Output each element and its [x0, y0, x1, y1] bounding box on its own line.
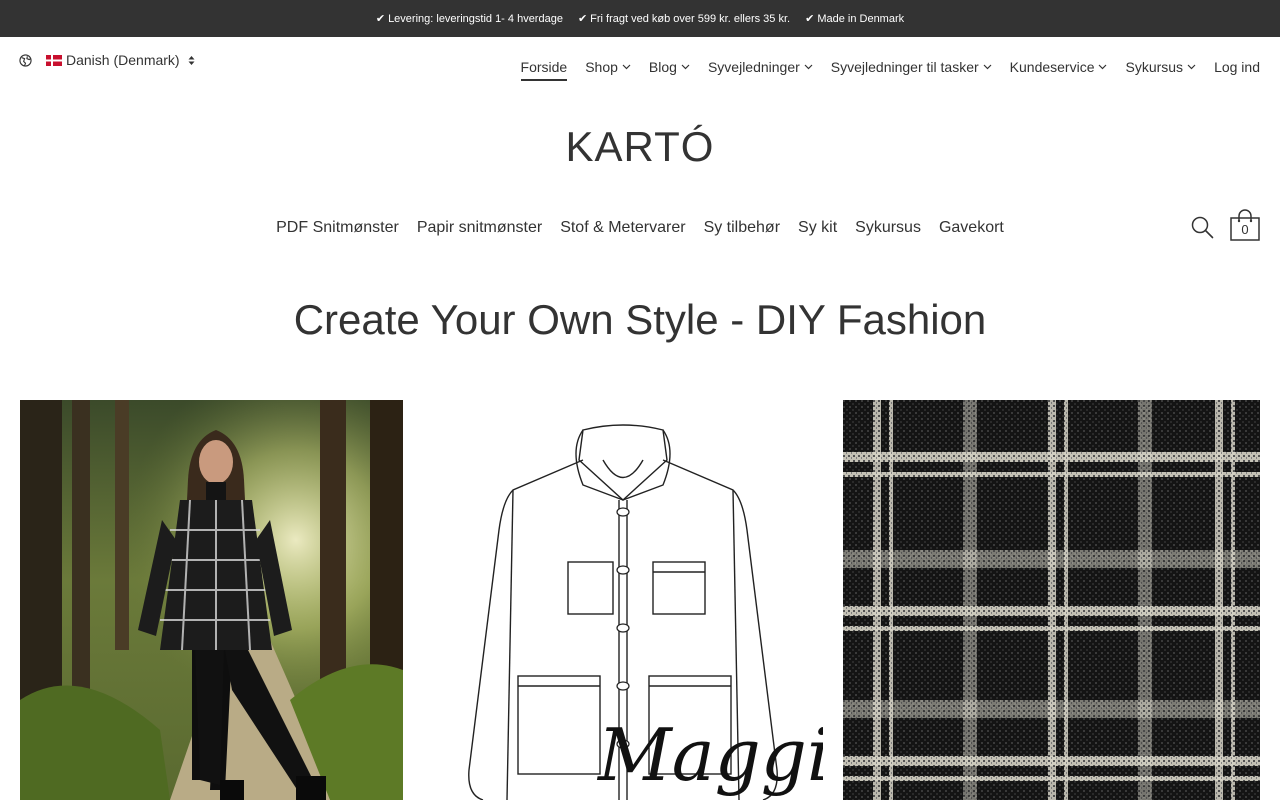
- nav-item-log-ind[interactable]: Log ind: [1214, 59, 1260, 79]
- usp-delivery: ✔ Levering: leveringstid 1- 4 hverdage: [375, 12, 563, 26]
- nav-item-forside[interactable]: Forside: [520, 59, 568, 81]
- category-stof-metervarer[interactable]: Stof & Metervarer: [560, 219, 685, 237]
- tile-forest-photo[interactable]: [20, 400, 403, 800]
- category-navigation: PDF Snitmønster Papir snitmønster Stof &…: [0, 219, 1280, 237]
- tile-plaid-fabric[interactable]: [843, 400, 1260, 800]
- announcement-bar: ✔ Levering: leveringstid 1- 4 hverdage ✔…: [0, 0, 1280, 37]
- chevron-down-icon: [983, 64, 992, 70]
- cart-button[interactable]: 0: [1229, 208, 1261, 242]
- jacket-sketch-image: Maggi: [423, 400, 823, 800]
- chevron-down-icon: [804, 64, 813, 70]
- nav-item-label: Shop: [585, 59, 618, 75]
- main-navigation: Forside Shop Blog Syvejledninger Syvejle…: [520, 59, 1260, 81]
- language-selector[interactable]: Danish (Denmark): [19, 52, 195, 68]
- chevron-down-icon: [1099, 64, 1107, 70]
- nav-item-label: Syvejledninger til tasker: [830, 59, 979, 75]
- category-sy-kit[interactable]: Sy kit: [798, 219, 837, 237]
- page-headline: Create Your Own Style - DIY Fashion: [293, 296, 987, 343]
- globe-icon: [19, 53, 32, 67]
- chevron-down-icon: [1187, 64, 1196, 70]
- chevron-down-icon: [622, 64, 631, 70]
- plaid-fabric-image: [843, 400, 1260, 800]
- nav-item-syvejledninger[interactable]: Syvejledninger: [708, 59, 813, 79]
- nav-item-label: Syvejledninger: [707, 59, 800, 75]
- nav-item-shop[interactable]: Shop: [585, 59, 631, 79]
- search-icon[interactable]: [1190, 215, 1214, 239]
- danish-flag-icon: [46, 54, 62, 66]
- chevron-down-icon: [681, 64, 690, 70]
- usp-delivery-text: Levering: leveringstid 1- 4 hverdage: [388, 12, 563, 25]
- category-pdf-snitmonster[interactable]: PDF Snitmønster: [276, 219, 399, 237]
- forest-photo-image: [20, 400, 403, 800]
- nav-item-label: Sykursus: [1125, 59, 1184, 75]
- category-sy-tilbehor[interactable]: Sy tilbehør: [704, 219, 780, 237]
- category-papir-snitmonster[interactable]: Papir snitmønster: [417, 219, 542, 237]
- language-label: Danish (Denmark): [66, 52, 180, 68]
- usp-free-shipping: ✔ Fri fragt ved køb over 599 kr. ellers …: [577, 12, 791, 26]
- nav-item-label: Blog: [648, 59, 677, 75]
- cart-count: 0: [1241, 222, 1249, 237]
- nav-item-label: Log ind: [1214, 59, 1260, 75]
- site-logo[interactable]: KARTÓ: [0, 123, 1280, 171]
- category-gavekort[interactable]: Gavekort: [939, 219, 1004, 237]
- check-icon: ✔: [375, 13, 386, 25]
- usp-free-shipping-text: Fri fragt ved køb over 599 kr. ellers 35…: [590, 12, 791, 25]
- usp-made-in-denmark-text: Made in Denmark: [817, 12, 905, 25]
- select-arrows-icon: [188, 55, 195, 65]
- usp-made-in-denmark: ✔ Made in Denmark: [805, 12, 905, 26]
- category-sykursus[interactable]: Sykursus: [855, 219, 921, 237]
- nav-item-sykursus[interactable]: Sykursus: [1125, 59, 1196, 79]
- nav-item-syvejledninger-tasker[interactable]: Syvejledninger til tasker: [831, 59, 992, 79]
- nav-item-kundeservice[interactable]: Kundeservice: [1010, 59, 1108, 79]
- nav-item-label: Forside: [520, 59, 568, 75]
- check-icon: ✔: [577, 13, 588, 25]
- designer-signature-text: Maggi: [596, 713, 823, 797]
- check-icon: ✔: [805, 13, 815, 25]
- nav-item-label: Kundeservice: [1009, 59, 1095, 75]
- nav-item-blog[interactable]: Blog: [649, 59, 690, 79]
- tile-jacket-sketch[interactable]: Maggi: [423, 400, 823, 800]
